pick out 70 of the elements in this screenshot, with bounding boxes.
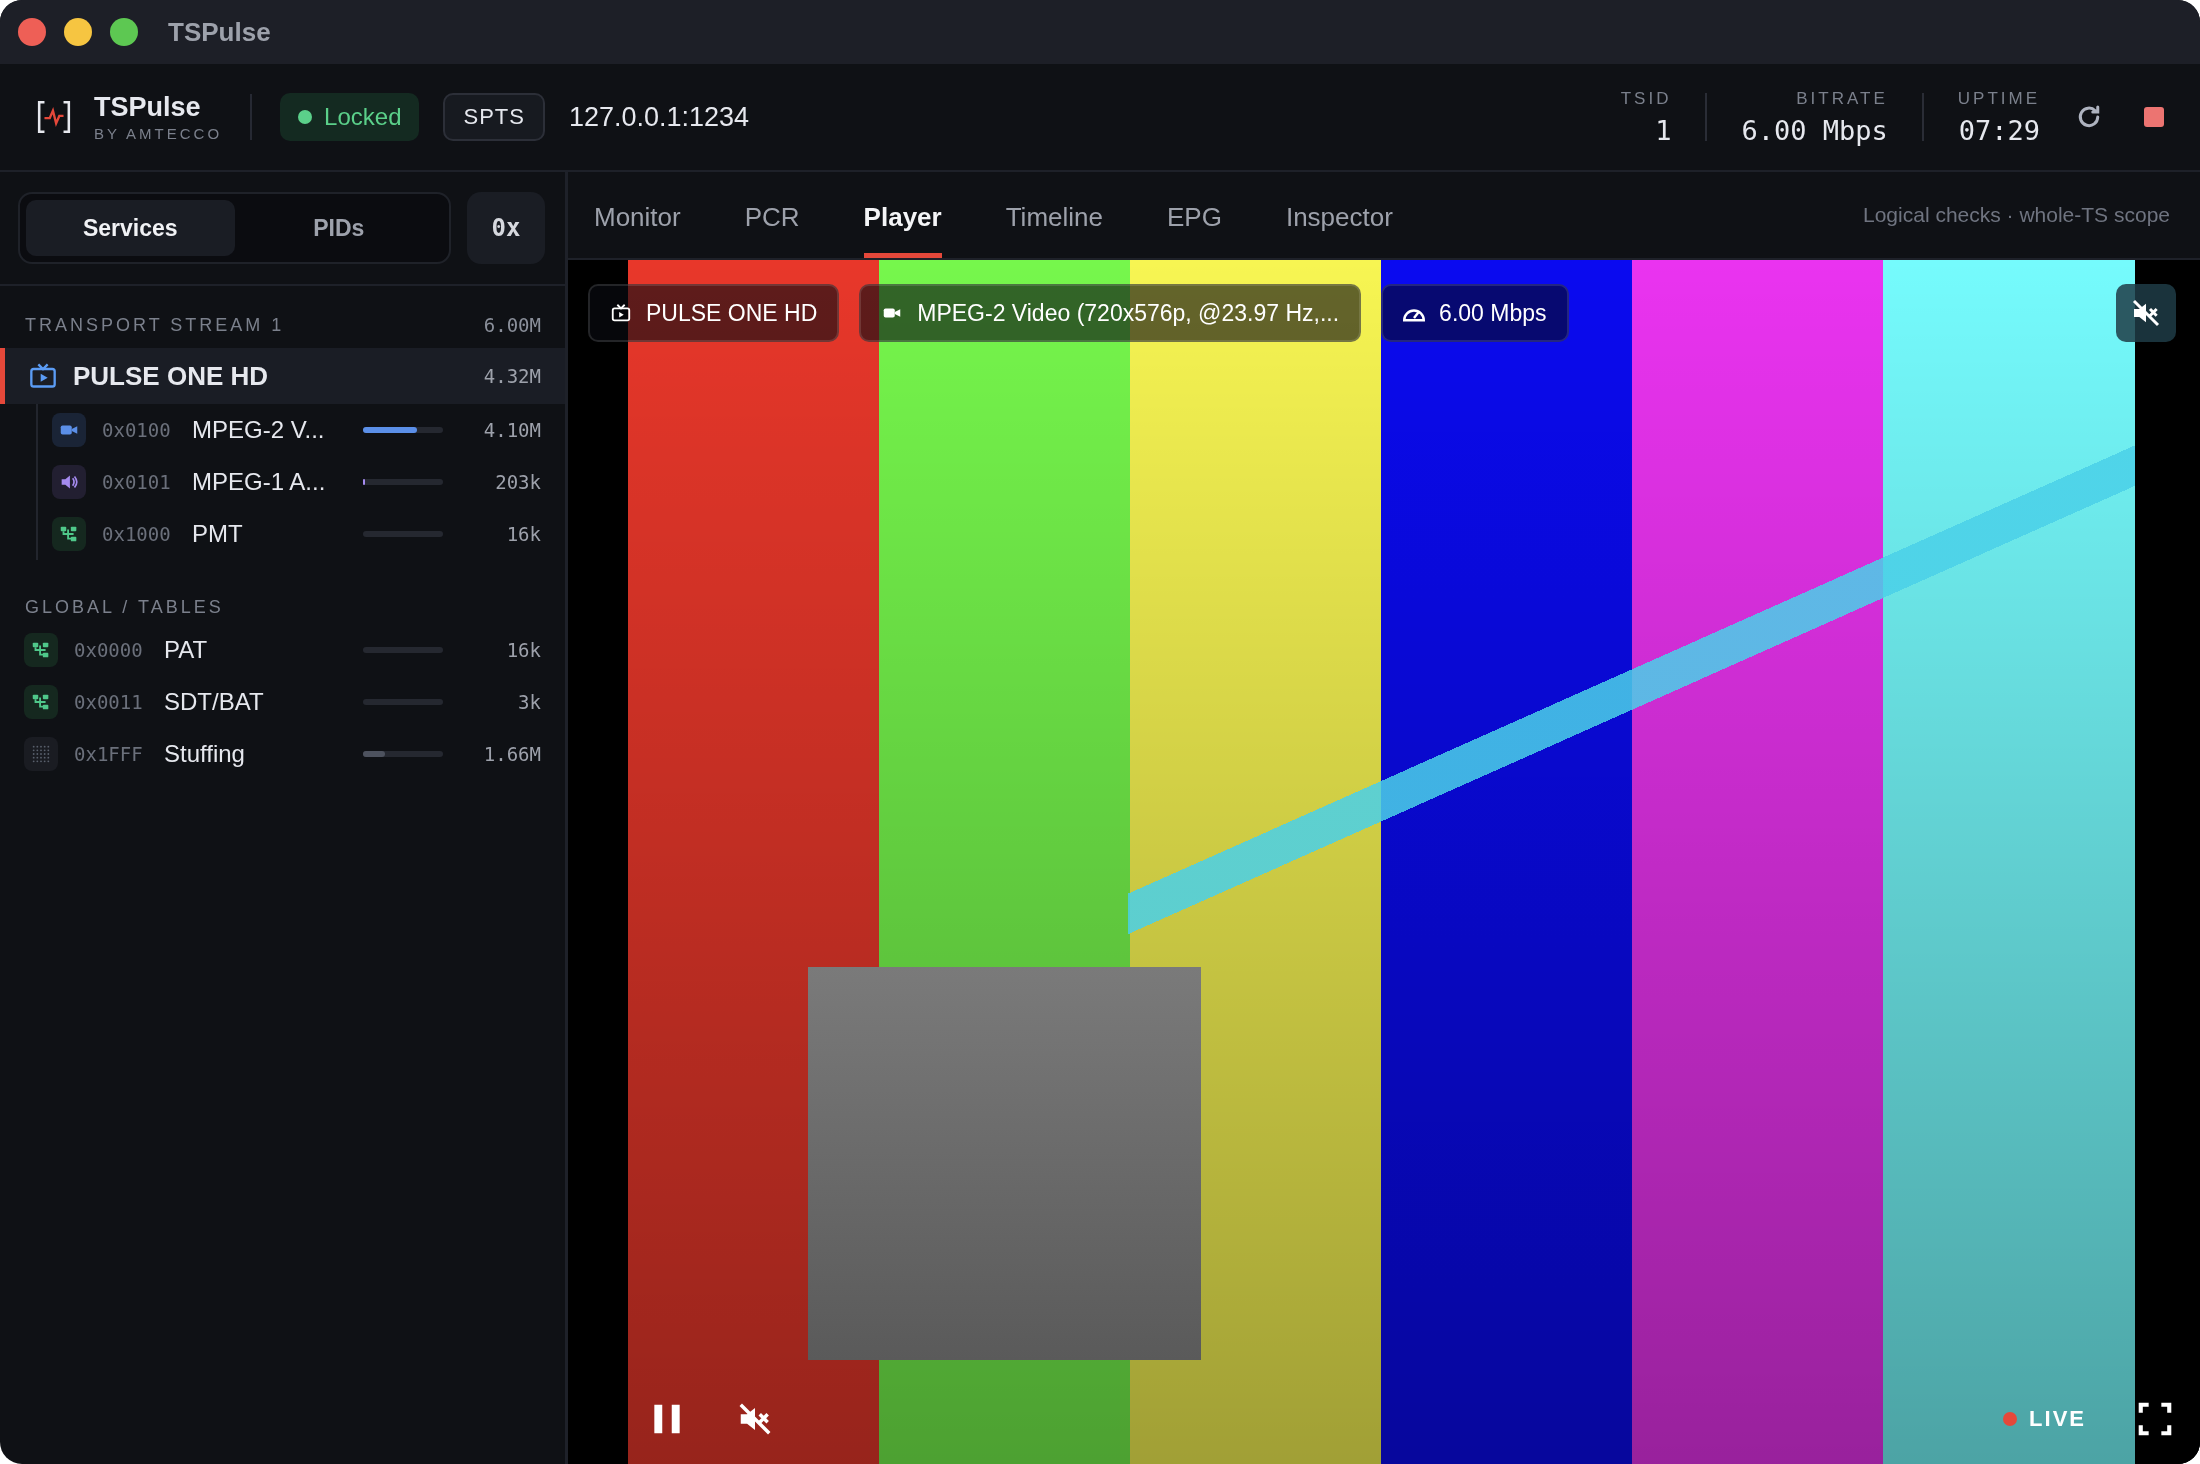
section-rate: 6.00M <box>483 314 541 336</box>
stream-address: 127.0.0.1:1234 <box>568 101 750 133</box>
section-title: GLOBAL / TABLES <box>25 596 224 618</box>
app-name: TSPulse <box>94 92 202 123</box>
live-indicator: LIVE <box>2003 1406 2086 1432</box>
logo-icon <box>36 99 72 135</box>
service-name: PULSE ONE HD <box>73 360 270 392</box>
pid-rate: 203k <box>494 471 541 493</box>
lock-status-badge: Locked <box>280 93 420 141</box>
pid-name: SDT/BAT <box>164 688 265 716</box>
camera-icon <box>52 413 86 447</box>
pid-rate: 16k <box>505 639 541 661</box>
nav-tab[interactable]: Timeline <box>1005 172 1103 258</box>
pid-rate: 16k <box>505 523 541 545</box>
speaker-icon <box>52 465 86 499</box>
service-row[interactable]: PULSE ONE HD 4.32M <box>0 348 565 404</box>
window-title: TSPulse <box>168 16 271 48</box>
maximize-button[interactable] <box>110 18 138 46</box>
pid-value: 0x0011 <box>74 691 144 713</box>
stat-value: 1 <box>1655 114 1672 146</box>
pid-name: PAT <box>164 636 209 664</box>
nav-tab[interactable]: Monitor <box>594 172 681 258</box>
pid-row[interactable]: 0x1FFF Stuffing 1.66M <box>0 728 565 780</box>
stat-label: BITRATE <box>1796 88 1888 109</box>
pid-row[interactable]: 0x0100 MPEG-2 V... 4.10M <box>38 404 565 456</box>
stat-value: 07:29 <box>1958 114 2040 146</box>
pid-row[interactable]: 0x0101 MPEG-1 A... 203k <box>38 456 565 508</box>
scope-note: Logical checks · whole-TS scope <box>1863 203 2170 227</box>
pid-value: 0x0000 <box>74 639 144 661</box>
tree-icon <box>24 633 58 667</box>
mute-button[interactable] <box>2116 284 2176 342</box>
pid-name: MPEG-2 V... <box>192 416 326 444</box>
minimize-button[interactable] <box>64 18 92 46</box>
app-byline: BY AMTECCO <box>94 125 223 142</box>
hex-toggle-button[interactable]: 0x <box>467 192 545 264</box>
fullscreen-icon[interactable] <box>2136 1400 2174 1438</box>
section-title: TRANSPORT STREAM 1 <box>25 314 285 336</box>
mode-badge: SPTS <box>443 93 545 141</box>
tree-icon <box>52 517 86 551</box>
tv-icon <box>29 362 57 390</box>
pid-value: 0x1000 <box>102 523 172 545</box>
tv-icon <box>610 302 632 324</box>
info-chip: PULSE ONE HD <box>588 284 840 342</box>
pid-name: PMT <box>192 520 244 548</box>
pid-name: MPEG-1 A... <box>192 468 327 496</box>
close-button[interactable] <box>18 18 46 46</box>
stat-label: UPTIME <box>1957 88 2040 109</box>
info-chip: 6.00 Mbps <box>1381 284 1569 342</box>
nav-tab[interactable]: PCR <box>744 172 800 258</box>
view-tab[interactable]: Services <box>26 200 235 256</box>
pid-name: Stuffing <box>164 740 246 768</box>
stat-label: TSID <box>1620 88 1672 109</box>
nav-tab[interactable]: EPG <box>1167 172 1222 258</box>
service-rate: 4.32M <box>482 365 541 387</box>
view-tab[interactable]: PIDs <box>234 200 443 256</box>
pid-row[interactable]: 0x0000 PAT 16k <box>0 624 565 676</box>
pid-rate: 1.66M <box>482 743 541 765</box>
pid-value: 0x0101 <box>102 471 172 493</box>
pid-row[interactable]: 0x1000 PMT 16k <box>38 508 565 560</box>
pid-value: 0x1FFF <box>74 743 144 765</box>
pid-row[interactable]: 0x0011 SDT/BAT 3k <box>0 676 565 728</box>
tree-icon <box>24 685 58 719</box>
speaker-icon <box>2130 297 2162 329</box>
nav-tab[interactable]: Inspector <box>1285 172 1393 258</box>
info-chip: MPEG-2 Video (720x576p, @23.97 Hz,... <box>859 284 1362 342</box>
pid-rate: 4.10M <box>482 419 541 441</box>
stat-value: 6.00 Mbps <box>1741 114 1888 146</box>
pid-rate: 3k <box>517 691 541 713</box>
dots-icon <box>24 737 58 771</box>
pid-value: 0x0100 <box>102 419 172 441</box>
